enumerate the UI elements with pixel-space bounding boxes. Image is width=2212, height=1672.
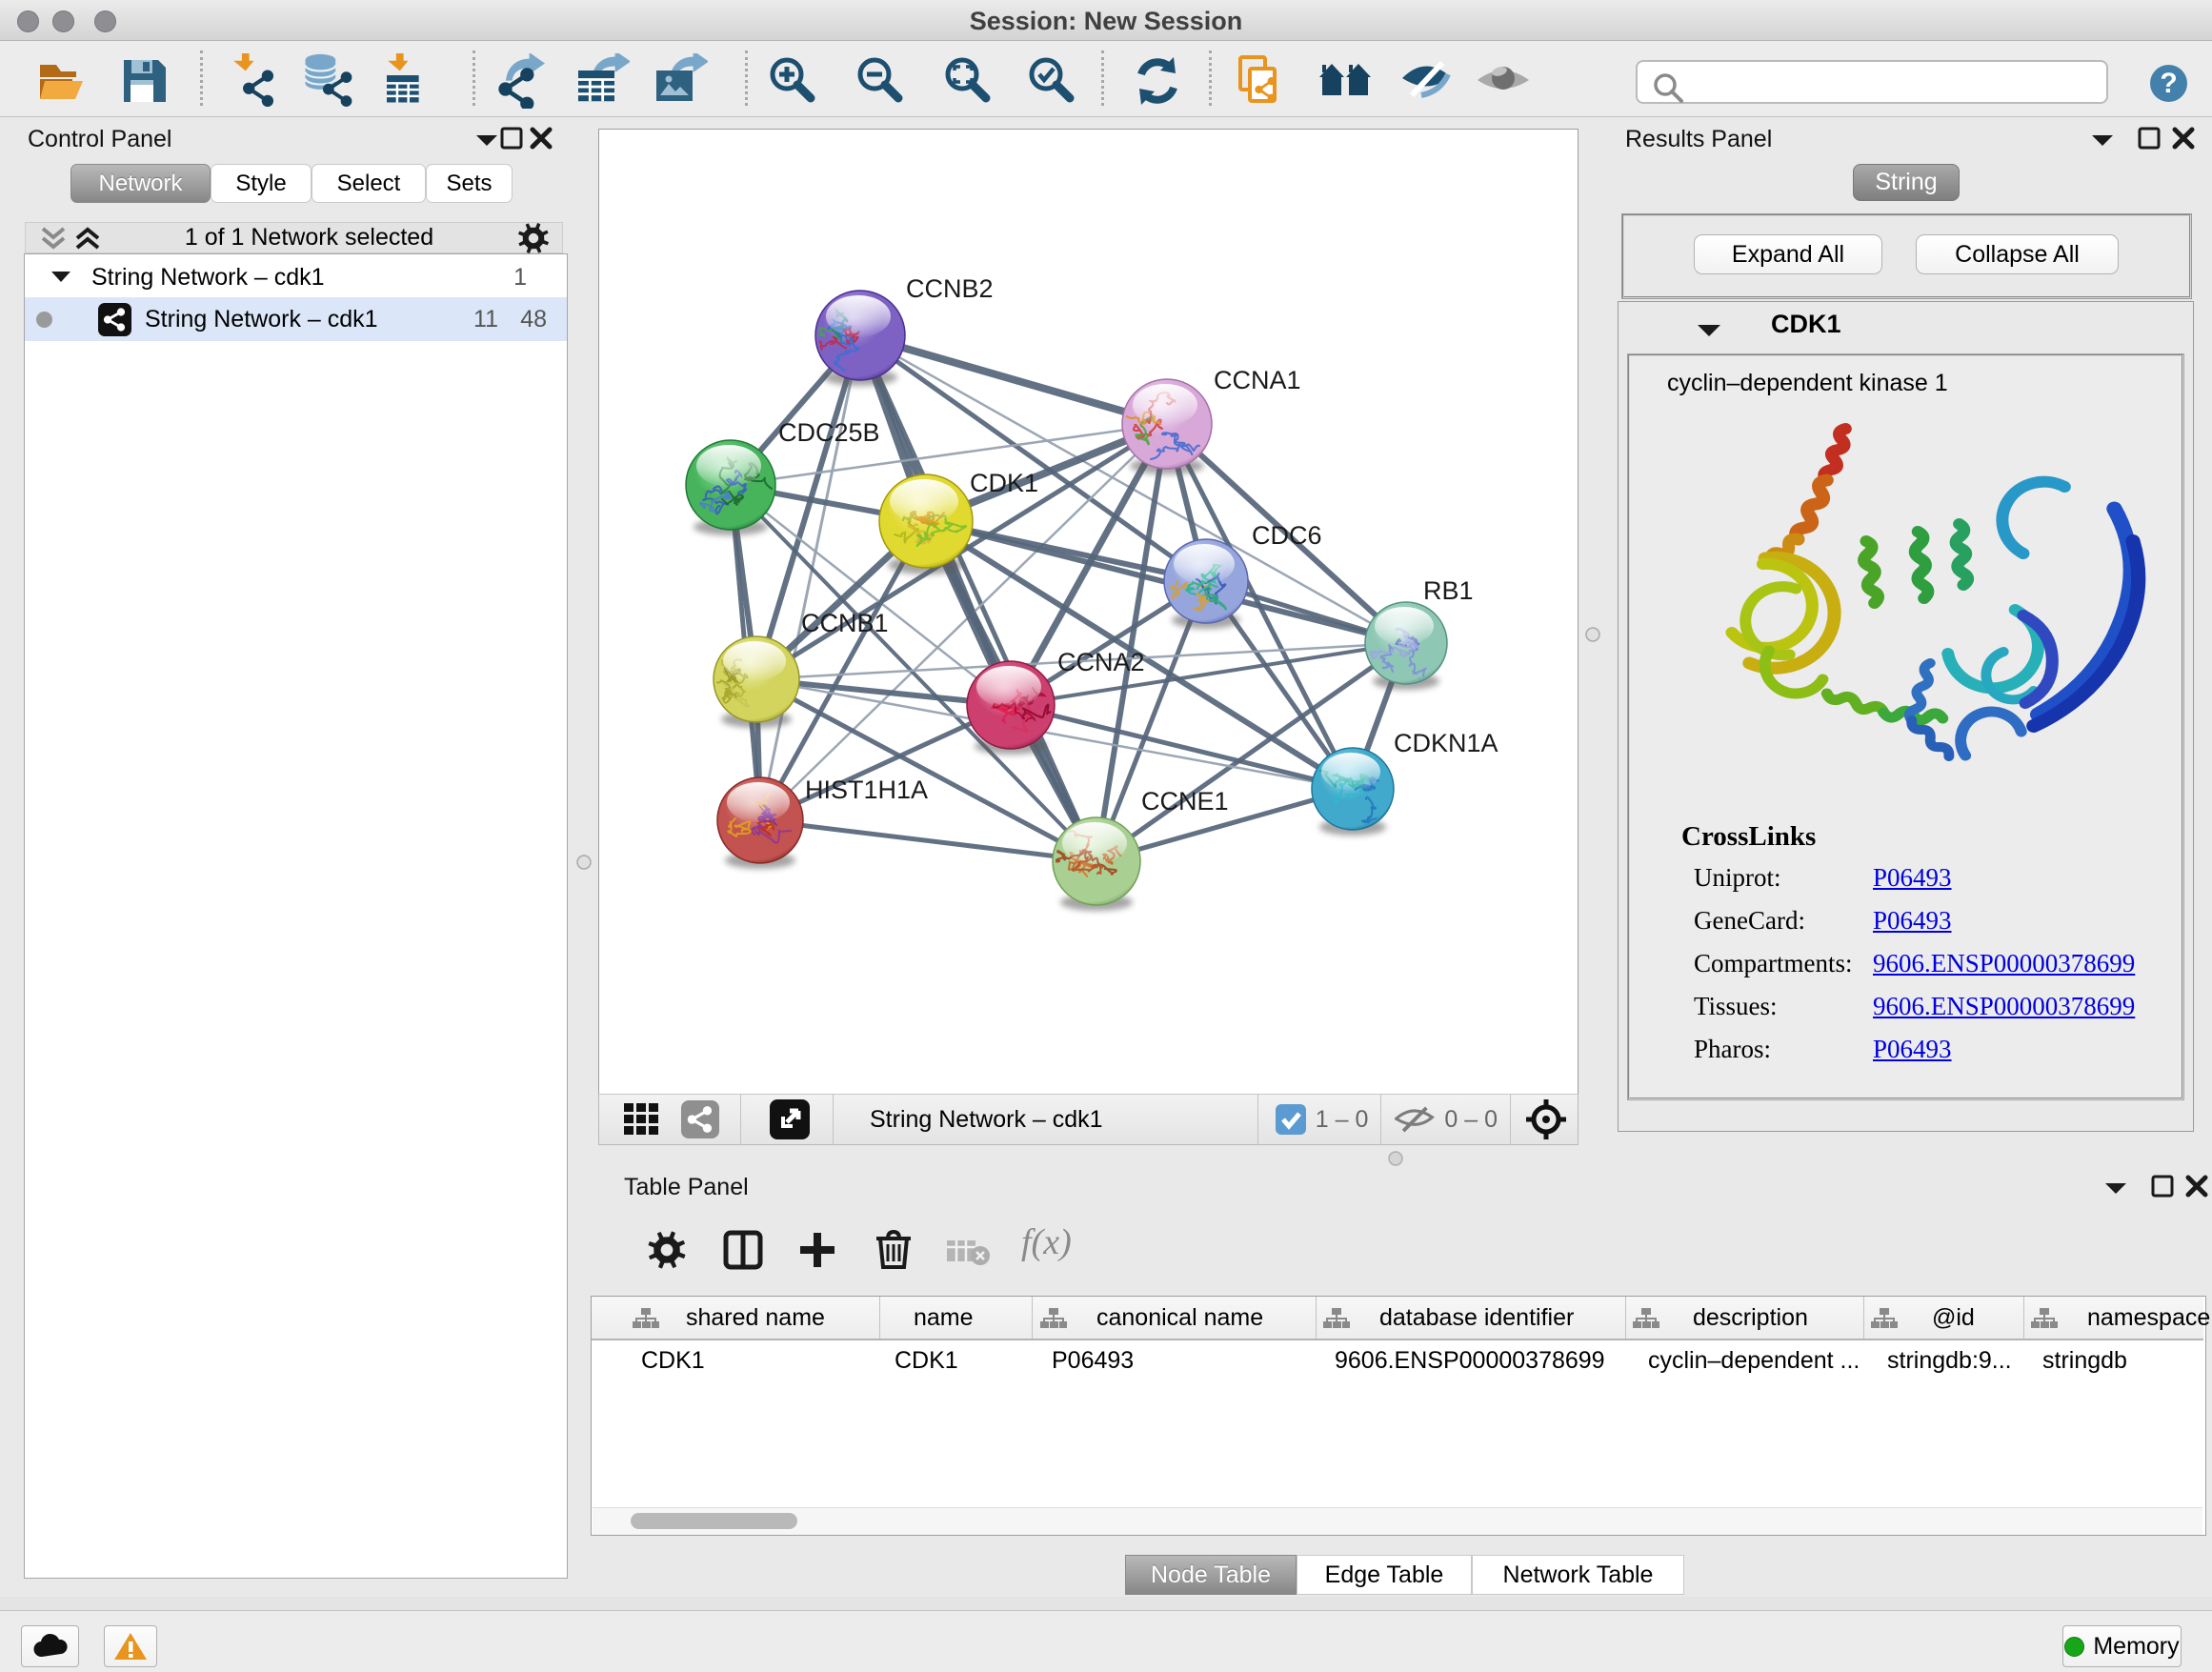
svg-text:CCNA1: CCNA1 bbox=[1214, 366, 1301, 394]
svg-text:CDK1: CDK1 bbox=[970, 469, 1038, 497]
svg-text:CCNB1: CCNB1 bbox=[801, 609, 889, 637]
svg-text:RB1: RB1 bbox=[1423, 576, 1474, 605]
svg-text:CDC25B: CDC25B bbox=[778, 418, 880, 447]
svg-text:HIST1H1A: HIST1H1A bbox=[805, 776, 928, 804]
svg-text:CCNE1: CCNE1 bbox=[1141, 787, 1229, 816]
svg-text:CDKN1A: CDKN1A bbox=[1394, 729, 1498, 757]
svg-text:CCNA2: CCNA2 bbox=[1057, 648, 1145, 676]
svg-text:CDC6: CDC6 bbox=[1252, 521, 1322, 550]
svg-text:CCNB2: CCNB2 bbox=[906, 274, 994, 303]
